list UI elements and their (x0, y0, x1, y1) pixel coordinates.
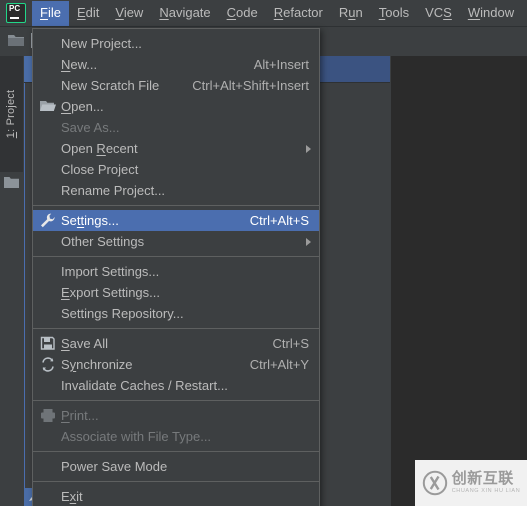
menu-item-export-settings[interactable]: Export Settings... (33, 282, 319, 303)
menu-item-label: Print... (61, 408, 99, 423)
menubar-item-window[interactable]: Window (460, 1, 522, 26)
wrench-icon (41, 213, 55, 228)
editor-toolbar-strip (390, 26, 527, 56)
menu-item-label: Power Save Mode (61, 459, 168, 474)
open-folder-icon[interactable] (8, 34, 24, 47)
menu-separator (33, 400, 319, 401)
menubar-item-view[interactable]: View (107, 1, 151, 26)
menubar-item-navigate[interactable]: Navigate (151, 1, 218, 26)
menu-item-label: Save As... (61, 120, 120, 135)
folder-open-icon (40, 101, 56, 111)
menu-item-associate-with-file-type: Associate with File Type... (33, 426, 319, 447)
folder-icon (4, 177, 19, 188)
menu-item-label: Settings Repository... (61, 306, 184, 321)
watermark-chinese-text: 创新互联 (451, 469, 514, 488)
pycharm-window: 1: Project PC File Edit View Navigate Co… (0, 0, 527, 506)
menu-item-label: Close Project (61, 162, 139, 177)
menu-item-shortcut: Ctrl+Alt+Y (249, 357, 309, 372)
menu-item-label: Open Recent (61, 141, 138, 156)
menu-item-label: New Scratch File (61, 78, 160, 93)
menu-separator (33, 451, 319, 452)
menu-item-label: Settings... (61, 213, 119, 228)
menubar-item-edit[interactable]: Edit (69, 1, 107, 26)
menu-item-label: New Project... (61, 36, 142, 51)
menu-item-label: Save All (61, 336, 108, 351)
menu-item-label: Export Settings... (61, 285, 160, 300)
save-icon (40, 336, 55, 350)
menu-item-rename-project[interactable]: Rename Project... (33, 180, 319, 201)
menubar-item-tools[interactable]: Tools (371, 1, 417, 26)
sidebar-tab-project[interactable]: 1: Project (0, 56, 23, 172)
menu-item-shortcut: Ctrl+S (272, 336, 309, 351)
synchronize-icon (42, 357, 54, 372)
menu-item-label: Synchronize (61, 357, 133, 372)
menu-bar: PC File Edit View Navigate Code Refactor Run To… (0, 0, 527, 27)
editor-area[interactable] (390, 26, 527, 506)
menu-item-label: Open... (61, 99, 104, 114)
menu-item-print: Print... (33, 405, 319, 426)
menu-item-new-scratch-file[interactable]: New Scratch File Ctrl+Alt+Shift+Insert (33, 75, 319, 96)
menubar-item-help[interactable]: Help (522, 1, 527, 26)
printer-icon (41, 409, 55, 422)
menu-item-label: Rename Project... (61, 183, 166, 198)
watermark-pinyin-text: CHUANG XIN HU LIAN (451, 488, 521, 495)
menubar-item-file[interactable]: File (32, 0, 69, 26)
menu-item-label: Other Settings (61, 234, 145, 249)
menubar-item-refactor[interactable]: Refactor (266, 1, 331, 26)
menu-item-label: Associate with File Type... (61, 429, 212, 444)
menubar-item-vcs[interactable]: VCS (417, 1, 460, 26)
logo-text: PC (9, 4, 21, 13)
pycharm-logo-icon: PC (6, 3, 26, 23)
menu-item-settings[interactable]: Settings... Ctrl+Alt+S (33, 210, 319, 231)
project-tab-label: 1: Project (5, 89, 17, 139)
menu-item-save-as: Save As... (33, 117, 319, 138)
watermark-logo-icon (422, 470, 447, 496)
menu-item-label: Exit (61, 489, 83, 504)
menu-separator (33, 328, 319, 329)
menu-item-invalidate-caches-restart[interactable]: Invalidate Caches / Restart... (33, 375, 319, 396)
menu-item-label: Invalidate Caches / Restart... (61, 378, 228, 393)
menubar-item-run[interactable]: Run (331, 1, 371, 26)
menu-item-other-settings[interactable]: Other Settings (33, 231, 319, 252)
menu-item-label: New... (61, 57, 98, 72)
menu-separator (33, 256, 319, 257)
menu-item-open[interactable]: Open... (33, 96, 319, 117)
menu-item-close-project[interactable]: Close Project (33, 159, 319, 180)
menu-item-import-settings[interactable]: Import Settings... (33, 261, 319, 282)
menu-item-settings-repository[interactable]: Settings Repository... (33, 303, 319, 324)
menu-item-shortcut: Alt+Insert (253, 57, 309, 72)
menu-item-shortcut: Ctrl+Alt+Shift+Insert (192, 78, 309, 93)
menu-item-label: Import Settings... (61, 264, 160, 279)
menubar-item-code[interactable]: Code (219, 1, 266, 26)
logo-underline (10, 17, 19, 19)
submenu-arrow-icon (306, 145, 311, 153)
submenu-arrow-icon (306, 238, 311, 246)
menu-item-new-project[interactable]: New Project... (33, 33, 319, 54)
watermark: 创新互联 CHUANG XIN HU LIAN (415, 460, 527, 506)
menu-item-power-save-mode[interactable]: Power Save Mode (33, 456, 319, 477)
menu-separator (33, 205, 319, 206)
menu-item-open-recent[interactable]: Open Recent (33, 138, 319, 159)
menu-item-shortcut: Ctrl+Alt+S (249, 213, 309, 228)
menu-item-new[interactable]: New... Alt+Insert (33, 54, 319, 75)
menu-item-save-all[interactable]: Save All Ctrl+S (33, 333, 319, 354)
menu-separator (33, 481, 319, 482)
menu-item-exit[interactable]: Exit (33, 486, 319, 506)
menu-item-synchronize[interactable]: Synchronize Ctrl+Alt+Y (33, 354, 319, 375)
file-menu-popup: New Project... New... Alt+Insert New Scratc… (32, 28, 320, 506)
